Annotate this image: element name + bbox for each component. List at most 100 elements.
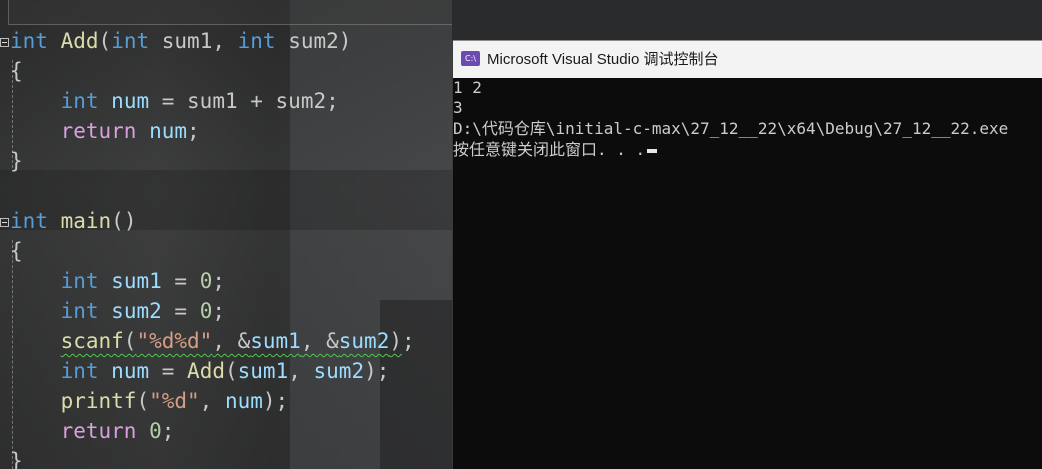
code-token: sum1	[111, 269, 162, 293]
code-token: scanf	[60, 329, 124, 353]
code-token: int	[111, 29, 150, 53]
code-token: ;	[212, 269, 225, 293]
code-token: sum2)	[275, 29, 352, 53]
code-token: , &	[212, 329, 251, 353]
code-line[interactable]: int num = Add(sum1, sum2);	[10, 356, 390, 386]
code-token: sum2	[338, 329, 390, 353]
code-token: (	[98, 29, 112, 53]
code-token: sum1	[250, 329, 301, 353]
editor-tab-strip	[8, 0, 452, 25]
code-token: "%d"	[149, 389, 200, 413]
debug-console-window[interactable]: C:\ Microsoft Visual Studio 调试控制台 1 2 3 …	[452, 40, 1042, 469]
console-app-icon: C:\	[461, 51, 480, 66]
console-line: 3	[453, 98, 463, 117]
code-line[interactable]: {	[10, 56, 23, 86]
code-token: sum1,	[149, 29, 238, 53]
code-token: {	[10, 239, 23, 263]
code-line[interactable]: scanf("%d%d", &sum1, &sum2);	[10, 326, 415, 356]
code-line[interactable]: int Add(int sum1, int sum2)	[10, 26, 351, 56]
code-line[interactable]: }	[10, 446, 23, 469]
code-token: int	[237, 29, 276, 53]
code-line[interactable]: int num = sum1 + sum2;	[10, 86, 339, 116]
code-token: =	[149, 359, 188, 383]
code-token: , &	[300, 329, 339, 353]
code-token: sum2	[111, 299, 162, 323]
collapse-toggle-add[interactable]	[0, 38, 9, 47]
code-token: num	[111, 359, 150, 383]
console-line: 按任意键关闭此窗口. . .	[453, 140, 646, 159]
code-token: sum2	[313, 359, 365, 383]
code-line[interactable]: {	[10, 236, 23, 266]
code-editor[interactable]: int Add(int sum1, int sum2){ int num = s…	[0, 0, 452, 469]
code-token: 0	[199, 299, 213, 323]
code-line[interactable]: }	[10, 146, 23, 176]
code-token: =	[161, 299, 200, 323]
code-token: {	[10, 59, 23, 83]
text-cursor	[647, 148, 658, 153]
code-token: return	[60, 419, 137, 443]
code-token: Add	[60, 29, 99, 53]
code-line[interactable]: int sum2 = 0;	[10, 296, 225, 326]
code-token: sum1	[237, 359, 289, 383]
code-line[interactable]: printf("%d", num);	[10, 386, 289, 416]
code-token: );	[262, 389, 289, 413]
console-line: 1 2	[453, 78, 482, 97]
collapse-toggle-main[interactable]	[0, 218, 9, 227]
code-line[interactable]: int sum1 = 0;	[10, 266, 225, 296]
code-token: (	[123, 329, 137, 353]
code-token: main	[60, 209, 112, 233]
code-token: =	[161, 269, 200, 293]
code-token: int	[60, 269, 99, 293]
code-token: int	[10, 29, 48, 53]
code-token: 0	[199, 269, 213, 293]
code-token: (	[136, 389, 150, 413]
code-line[interactable]: return 0;	[10, 416, 175, 446]
code-token: int	[10, 209, 48, 233]
console-line: D:\代码仓库\initial-c-max\27_12__22\x64\Debu…	[453, 119, 1009, 138]
code-token: ,	[288, 359, 314, 383]
code-token: num	[224, 389, 263, 413]
code-token: ;	[212, 299, 225, 323]
code-line[interactable]: return num;	[10, 116, 200, 146]
code-token: printf	[60, 389, 137, 413]
code-token: ;	[161, 419, 175, 443]
code-token: ;	[402, 329, 415, 353]
code-token: }	[10, 449, 23, 469]
console-titlebar[interactable]: C:\ Microsoft Visual Studio 调试控制台	[453, 40, 1042, 78]
code-token: "%d%d"	[136, 329, 213, 353]
console-prompt-line: 按任意键关闭此窗口. . .	[453, 140, 658, 160]
code-token: num	[149, 119, 188, 143]
code-token: int	[60, 299, 99, 323]
code-token: int	[60, 89, 99, 113]
code-token: num	[111, 89, 150, 113]
code-token: ,	[199, 389, 225, 413]
code-token: )	[389, 329, 402, 353]
code-token: ()	[111, 209, 137, 233]
code-token: ;	[187, 119, 200, 143]
code-token: (	[224, 359, 238, 383]
code-line[interactable]: int main()	[10, 206, 136, 236]
code-token: }	[10, 149, 23, 173]
code-token: = sum1 + sum2;	[149, 89, 339, 113]
code-token: Add	[187, 359, 225, 383]
console-output[interactable]: 1 2 3 D:\代码仓库\initial-c-max\27_12__22\x6…	[453, 77, 1042, 469]
code-token: 0	[149, 419, 162, 443]
console-title: Microsoft Visual Studio 调试控制台	[487, 51, 719, 68]
code-token: );	[364, 359, 390, 383]
code-token: return	[60, 119, 137, 143]
